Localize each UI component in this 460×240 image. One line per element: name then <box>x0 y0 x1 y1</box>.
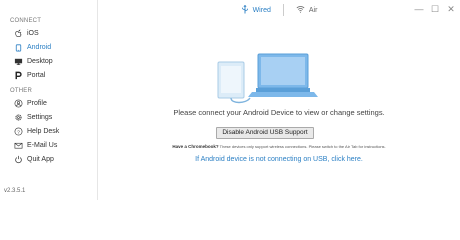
sidebar-item-label: Profile <box>27 99 47 107</box>
sidebar-item-email[interactable]: E-Mail Us <box>0 138 97 152</box>
tab-divider <box>282 4 284 16</box>
help-icon: ? <box>13 126 23 136</box>
sidebar-item-label: Desktop <box>27 57 53 65</box>
close-button[interactable]: ✕ <box>446 4 456 14</box>
wifi-icon <box>296 5 305 15</box>
device-connection-illustration <box>217 53 318 104</box>
sidebar-item-quit[interactable]: Quit App <box>0 152 97 166</box>
sidebar-item-label: Android <box>27 43 52 51</box>
tab-air[interactable]: Air <box>288 0 326 20</box>
sidebar-item-settings[interactable]: Settings <box>0 110 97 124</box>
sidebar-item-label: E-Mail Us <box>27 141 58 149</box>
sidebar-item-label: Help Desk <box>27 127 60 135</box>
mail-icon <box>13 140 23 150</box>
svg-text:?: ? <box>17 129 20 135</box>
usb-icon <box>241 4 249 16</box>
sidebar-item-label: Portal <box>27 71 46 79</box>
sidebar-item-label: Settings <box>27 113 53 121</box>
tab-wired[interactable]: Wired <box>233 0 279 20</box>
sidebar-item-android[interactable]: Android <box>0 40 97 54</box>
disable-usb-support-button[interactable]: Disable Android USB Support <box>216 127 314 139</box>
sidebar-item-desktop[interactable]: Desktop <box>0 54 97 68</box>
section-title-connect: CONNECT <box>10 18 42 24</box>
tab-label: Wired <box>252 6 271 14</box>
connection-tabs: Wired Air <box>98 0 460 20</box>
profile-icon <box>13 98 23 108</box>
apple-icon <box>13 28 23 38</box>
section-title-other: OTHER <box>10 88 32 94</box>
monitor-icon <box>13 56 23 66</box>
sidebar-item-profile[interactable]: Profile <box>0 96 97 110</box>
sidebar-item-ios[interactable]: iOS <box>0 26 97 40</box>
sidebar-item-portal[interactable]: Portal <box>0 68 97 82</box>
usb-help-link[interactable]: If Android device is not connecting on U… <box>98 156 460 163</box>
main-panel: Please connect your Android Device to vi… <box>98 20 460 200</box>
chromebook-note-title: Have a Chromebook? <box>172 144 219 149</box>
gear-icon <box>13 112 23 122</box>
chromebook-note: Have a Chromebook? These devices only su… <box>98 144 460 149</box>
version-label: v2.3.5.1 <box>4 188 26 194</box>
window-controls: — ☐ ✕ <box>414 4 456 14</box>
chromebook-note-text: These devices only support wireless conn… <box>218 144 386 149</box>
sidebar-item-help-desk[interactable]: ? Help Desk <box>0 124 97 138</box>
sidebar-item-label: iOS <box>27 29 39 37</box>
android-icon <box>13 42 23 52</box>
portal-icon <box>13 70 23 80</box>
sidebar: CONNECT iOS Android Desktop Portal OTHER… <box>0 0 98 200</box>
sidebar-item-label: Quit App <box>27 155 54 163</box>
maximize-button[interactable]: ☐ <box>430 4 440 14</box>
tab-label: Air <box>308 6 318 14</box>
minimize-button[interactable]: — <box>414 4 424 14</box>
connect-instruction: Please connect your Android Device to vi… <box>173 108 385 117</box>
power-icon <box>13 154 23 164</box>
